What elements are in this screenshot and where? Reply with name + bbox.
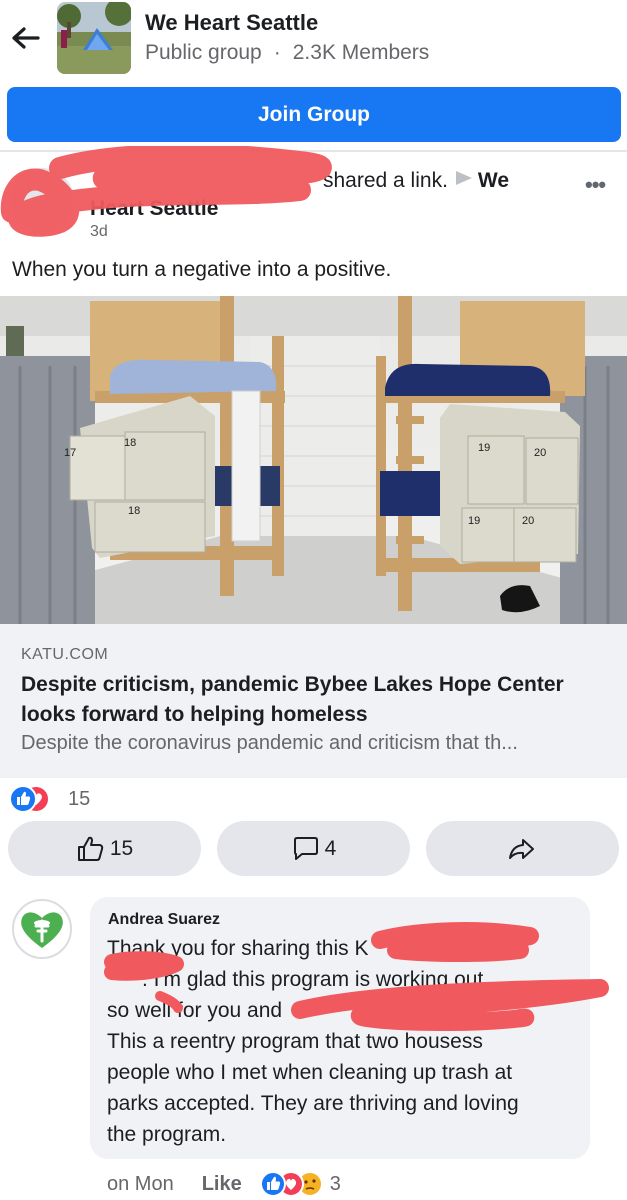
more-options-icon[interactable]: ••• — [585, 172, 606, 198]
reaction-count: 15 — [68, 787, 91, 810]
share-icon — [508, 838, 534, 859]
group-title[interactable]: We Heart Seattle — [145, 10, 318, 36]
back-arrow-icon[interactable] — [10, 24, 42, 52]
separator-dot: · — [273, 41, 281, 64]
group-cover-thumbnail[interactable] — [57, 2, 131, 74]
group-privacy: Public group — [145, 41, 262, 64]
comment-bubble: Andrea Suarez Thank you for sharing this… — [90, 897, 590, 1159]
comment-count: 4 — [324, 836, 337, 860]
link-preview-image[interactable]: 17 18 18 19 20 19 20 — [0, 296, 627, 624]
link-domain: KATU.COM — [21, 646, 109, 663]
comment-text: Thank you for sharing this K . I'm glad … — [107, 933, 577, 1150]
reaction-icons — [10, 785, 50, 813]
locker-number: 20 — [522, 515, 534, 527]
locker-number: 19 — [478, 442, 490, 454]
like-count: 15 — [109, 836, 134, 860]
locker-number: 20 — [534, 447, 546, 459]
join-group-button[interactable]: Join Group — [7, 87, 621, 142]
link-description: Despite the coronavirus pandemic and cri… — [21, 732, 518, 754]
comment-reactions[interactable]: 3 — [259, 1170, 341, 1198]
comment-line: people who I met when cleaning up trash … — [107, 1061, 513, 1084]
comment-author[interactable]: Andrea Suarez — [108, 911, 220, 929]
thumbs-up-icon — [77, 836, 104, 861]
locker-number: 18 — [128, 505, 140, 517]
share-button[interactable] — [426, 821, 619, 876]
commenter-avatar[interactable] — [12, 899, 72, 959]
locker-number: 18 — [124, 437, 136, 449]
like-button[interactable]: 15 — [8, 821, 201, 876]
comment-timestamp[interactable]: on Mon — [107, 1173, 174, 1196]
arrow-right-icon — [455, 171, 472, 185]
comment-line: parks accepted. They are thriving and lo… — [107, 1092, 519, 1115]
locker-number: 17 — [64, 447, 76, 459]
reaction-summary[interactable]: 15 — [10, 785, 90, 813]
comment-line: so well for you and — [107, 999, 283, 1022]
comment-reaction-count: 3 — [329, 1172, 341, 1195]
redaction-scribble — [0, 146, 332, 237]
comment-footer: on Mon Like 3 — [107, 1170, 341, 1198]
group-subtitle: Public group · 2.3K Members — [145, 41, 429, 65]
group-header: We Heart Seattle Public group · 2.3K Membe… — [0, 0, 627, 78]
comment-reaction-icons — [259, 1171, 323, 1197]
link-title[interactable]: Despite criticism, pandemic Bybee Lakes … — [21, 670, 611, 730]
post-timestamp[interactable]: 3d — [90, 223, 108, 241]
comment-line: . I'm glad this program is working out — [107, 968, 484, 991]
locker-number: 19 — [468, 515, 480, 527]
member-count[interactable]: 2.3K Members — [293, 41, 430, 64]
comment-line: This a reentry program that two housess — [107, 1030, 483, 1053]
comment-like-button[interactable]: Like — [202, 1173, 242, 1196]
link-preview-meta[interactable]: KATU.COM Despite criticism, pandemic Byb… — [0, 624, 627, 778]
post-text: When you turn a negative into a positive… — [12, 258, 392, 281]
comment-bubble-icon — [293, 836, 318, 860]
comment-line: the program. — [107, 1123, 227, 1146]
shared-link-text: shared a link. — [323, 169, 448, 192]
comment-button[interactable]: 4 — [217, 821, 410, 876]
comment-line: Thank you for sharing this K — [107, 937, 369, 960]
post-group-link[interactable]: We — [478, 169, 509, 192]
